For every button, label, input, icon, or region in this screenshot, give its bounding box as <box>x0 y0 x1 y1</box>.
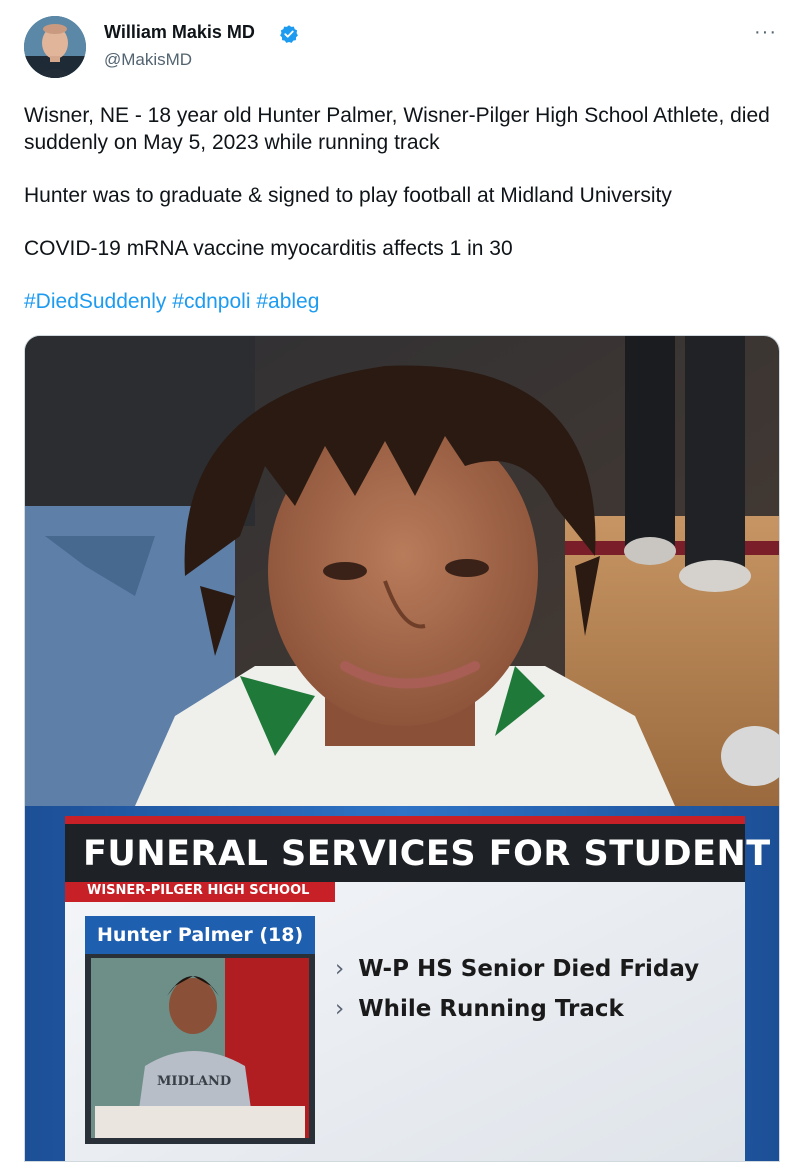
broadcast-headline: FUNERAL SERVICES FOR STUDENT <box>83 834 771 874</box>
tweet-paragraph: Hunter was to graduate & signed to play … <box>24 184 672 207</box>
tweet-paragraph: COVID-19 mRNA vaccine myocarditis affect… <box>24 237 513 260</box>
sweatshirt-text: MIDLAND <box>157 1074 232 1089</box>
avatar-photo <box>24 16 86 78</box>
broadcast-bullet: › W-P HS Senior Died Friday <box>335 956 700 982</box>
portrait-photo <box>25 336 779 806</box>
author-name[interactable]: William Makis MD <box>104 22 255 43</box>
chevron-right-icon: › <box>335 996 345 1022</box>
tweet-text: Wisner, NE - 18 year old Hunter Palmer, … <box>24 102 774 341</box>
tweet-card: William Makis MD @MakisMD ··· Wisner, NE… <box>0 0 800 1162</box>
broadcast-name-tag: Hunter Palmer (18) <box>97 924 304 946</box>
author-handle[interactable]: @MakisMD <box>104 50 192 70</box>
avatar[interactable] <box>24 16 86 78</box>
tweet-media[interactable]: FUNERAL SERVICES FOR STUDENT WISNER-PILG… <box>24 335 780 1162</box>
chevron-right-icon: › <box>335 956 345 982</box>
broadcast-bullet: › While Running Track <box>335 996 624 1022</box>
hashtag-links[interactable]: #DiedSuddenly #cdnpoli #ableg <box>24 288 774 315</box>
tweet-paragraph: Wisner, NE - 18 year old Hunter Palmer, … <box>24 104 770 154</box>
broadcast-subhead: WISNER-PILGER HIGH SCHOOL <box>87 883 310 898</box>
verified-badge-icon <box>280 25 298 43</box>
more-options-icon[interactable]: ··· <box>754 22 777 42</box>
